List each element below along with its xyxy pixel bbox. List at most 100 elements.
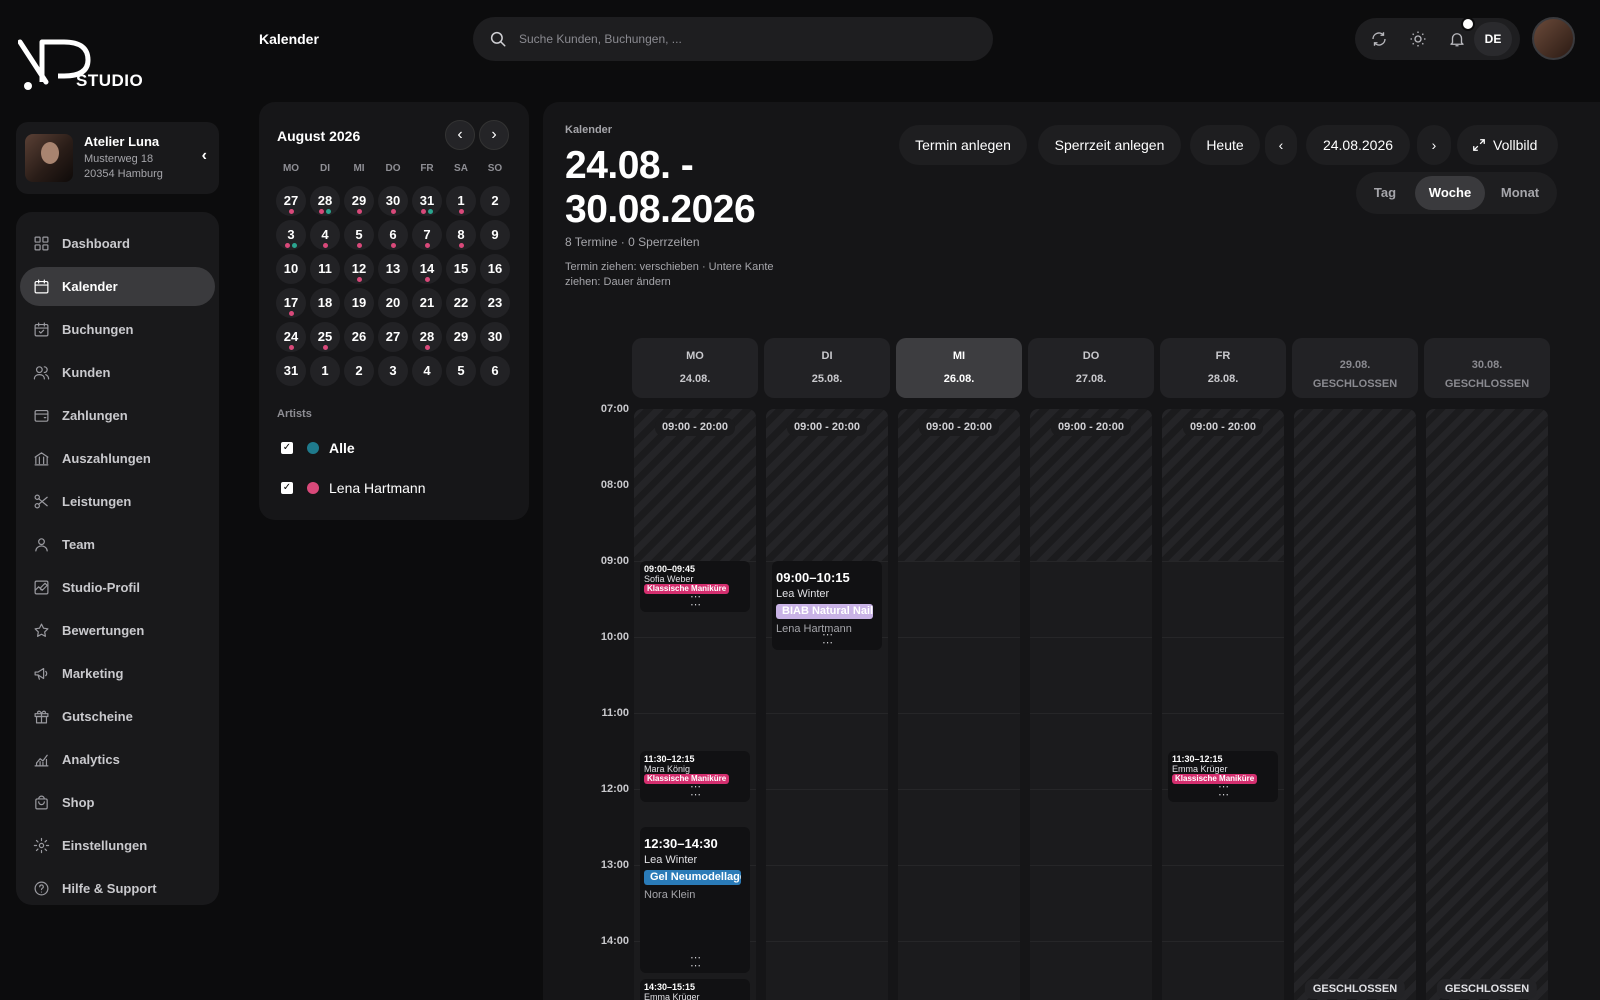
day-header[interactable]: DO 27.08.: [1028, 338, 1154, 398]
resize-handle-icon[interactable]: ⋯ ⋯: [822, 630, 833, 649]
mini-calendar-day[interactable]: 10: [276, 254, 306, 284]
day-header[interactable]: MO 24.08.: [632, 338, 758, 398]
resize-handle-icon[interactable]: ⋯ ⋯: [690, 953, 701, 972]
mini-calendar-day[interactable]: 2: [344, 356, 374, 386]
mini-calendar-day[interactable]: 12: [344, 254, 374, 284]
mini-calendar-day[interactable]: 25: [310, 322, 340, 352]
resize-handle-icon[interactable]: ⋯ ⋯: [1218, 782, 1229, 801]
appointment-card[interactable]: 09:00–10:15 Lea Winter BIAB Natural Nails L…: [772, 561, 882, 650]
mini-calendar-day[interactable]: 14: [412, 254, 442, 284]
mini-calendar-day[interactable]: 27: [378, 322, 408, 352]
mini-calendar-day[interactable]: 20: [378, 288, 408, 318]
artist-filter-alle[interactable]: ✓ Alle: [281, 438, 355, 458]
mini-calendar-day[interactable]: 3: [276, 220, 306, 250]
user-avatar[interactable]: [1532, 17, 1575, 60]
checkbox-checked-icon[interactable]: ✓: [281, 482, 293, 494]
date-picker[interactable]: 24.08.2026: [1306, 125, 1410, 165]
appointment-card[interactable]: 12:30–14:30 Lea Winter Gel Neumodellage Nor…: [640, 827, 750, 973]
mini-calendar-day[interactable]: 30: [378, 186, 408, 216]
mini-calendar-day[interactable]: 6: [378, 220, 408, 250]
resize-handle-icon[interactable]: ⋯ ⋯: [690, 782, 701, 801]
sidebar-item-hilfe-support[interactable]: Hilfe & Support: [20, 869, 215, 908]
new-appointment-button[interactable]: Termin anlegen: [899, 125, 1027, 165]
day-column[interactable]: GESCHLOSSEN: [1294, 409, 1416, 1000]
mini-calendar-day[interactable]: 13: [378, 254, 408, 284]
day-column[interactable]: 09:00 - 20:00: [766, 409, 888, 1000]
artist-filter-lena-hartmann[interactable]: ✓ Lena Hartmann: [281, 478, 426, 498]
sidebar-item-kunden[interactable]: Kunden: [20, 353, 215, 392]
mini-calendar-next-button[interactable]: ›: [479, 120, 509, 150]
mini-calendar-day[interactable]: 7: [412, 220, 442, 250]
checkbox-checked-icon[interactable]: ✓: [281, 442, 293, 454]
mini-calendar-day[interactable]: 19: [344, 288, 374, 318]
mini-calendar-day[interactable]: 8: [446, 220, 476, 250]
mini-calendar-day[interactable]: 18: [310, 288, 340, 318]
next-week-button[interactable]: ›: [1417, 125, 1451, 165]
mini-calendar-prev-button[interactable]: ‹: [445, 120, 475, 150]
day-header[interactable]: MI 26.08.: [896, 338, 1022, 398]
sidebar-item-bewertungen[interactable]: Bewertungen: [20, 611, 215, 650]
sidebar-item-shop[interactable]: Shop: [20, 783, 215, 822]
mini-calendar-day[interactable]: 1: [446, 186, 476, 216]
day-header[interactable]: 29.08. GESCHLOSSEN: [1292, 338, 1418, 398]
today-button[interactable]: Heute: [1190, 125, 1260, 165]
mini-calendar-day[interactable]: 21: [412, 288, 442, 318]
sidebar-item-leistungen[interactable]: Leistungen: [20, 482, 215, 521]
mini-calendar-day[interactable]: 28: [310, 186, 340, 216]
sidebar-item-buchungen[interactable]: Buchungen: [20, 310, 215, 349]
sun-icon[interactable]: [1409, 30, 1427, 48]
mini-calendar-day[interactable]: 11: [310, 254, 340, 284]
mini-calendar-day[interactable]: 1: [310, 356, 340, 386]
mini-calendar-day[interactable]: 16: [480, 254, 510, 284]
appointment-card[interactable]: 11:30–12:15 Mara König Klassische Maniküre…: [640, 751, 750, 802]
mini-calendar-day[interactable]: 28: [412, 322, 442, 352]
sidebar-item-auszahlungen[interactable]: Auszahlungen: [20, 439, 215, 478]
fullscreen-button[interactable]: Vollbild: [1457, 125, 1558, 165]
sidebar-item-kalender[interactable]: Kalender: [20, 267, 215, 306]
mini-calendar-day[interactable]: 9: [480, 220, 510, 250]
sidebar-item-zahlungen[interactable]: Zahlungen: [20, 396, 215, 435]
mini-calendar-day[interactable]: 4: [310, 220, 340, 250]
mini-calendar-day[interactable]: 30: [480, 322, 510, 352]
mini-calendar-day[interactable]: 15: [446, 254, 476, 284]
appointment-card[interactable]: 14:30–15:15Emma KrügerKlassische Manikür…: [640, 979, 750, 1000]
view-day-tab[interactable]: Tag: [1362, 176, 1408, 210]
view-month-tab[interactable]: Monat: [1488, 176, 1552, 210]
mini-calendar-day[interactable]: 3: [378, 356, 408, 386]
sidebar-item-gutscheine[interactable]: Gutscheine: [20, 697, 215, 736]
sidebar-item-marketing[interactable]: Marketing: [20, 654, 215, 693]
resize-handle-icon[interactable]: ⋯ ⋯: [690, 592, 701, 611]
mini-calendar-day[interactable]: 17: [276, 288, 306, 318]
sidebar-item-analytics[interactable]: Analytics: [20, 740, 215, 779]
mini-calendar-day[interactable]: 26: [344, 322, 374, 352]
day-header[interactable]: DI 25.08.: [764, 338, 890, 398]
view-week-tab[interactable]: Woche: [1415, 176, 1485, 210]
appointment-card[interactable]: 11:30–12:15 Emma Krüger Klassische Manikür…: [1168, 751, 1278, 802]
prev-week-button[interactable]: ‹: [1265, 125, 1297, 165]
mini-calendar-day[interactable]: 6: [480, 356, 510, 386]
collapse-chevron-icon[interactable]: ‹: [202, 147, 207, 165]
mini-calendar-day[interactable]: 29: [446, 322, 476, 352]
day-column[interactable]: 09:00 - 20:00: [1162, 409, 1284, 1000]
sidebar-item-dashboard[interactable]: Dashboard: [20, 224, 215, 263]
day-header[interactable]: FR 28.08.: [1160, 338, 1286, 398]
sidebar-item-team[interactable]: Team: [20, 525, 215, 564]
mini-calendar-day[interactable]: 22: [446, 288, 476, 318]
mini-calendar-day[interactable]: 2: [480, 186, 510, 216]
mini-calendar-day[interactable]: 24: [276, 322, 306, 352]
day-column[interactable]: 09:00 - 20:00: [1030, 409, 1152, 1000]
mini-calendar-day[interactable]: 29: [344, 186, 374, 216]
day-header[interactable]: 30.08. GESCHLOSSEN: [1424, 338, 1550, 398]
appointment-card[interactable]: 09:00–09:45 Sofia Weber Klassische Manikür…: [640, 561, 750, 612]
mini-calendar-day[interactable]: 23: [480, 288, 510, 318]
mini-calendar-day[interactable]: 31: [276, 356, 306, 386]
day-column[interactable]: 09:00 - 20:00: [898, 409, 1020, 1000]
language-switcher[interactable]: DE: [1474, 22, 1512, 56]
refresh-icon[interactable]: [1370, 30, 1388, 48]
mini-calendar-day[interactable]: 27: [276, 186, 306, 216]
mini-calendar-day[interactable]: 4: [412, 356, 442, 386]
mini-calendar-day[interactable]: 5: [446, 356, 476, 386]
studio-logo[interactable]: STUDIO: [18, 38, 158, 94]
bell-icon[interactable]: [1448, 30, 1466, 48]
sidebar-item-studio-profil[interactable]: Studio-Profil: [20, 568, 215, 607]
